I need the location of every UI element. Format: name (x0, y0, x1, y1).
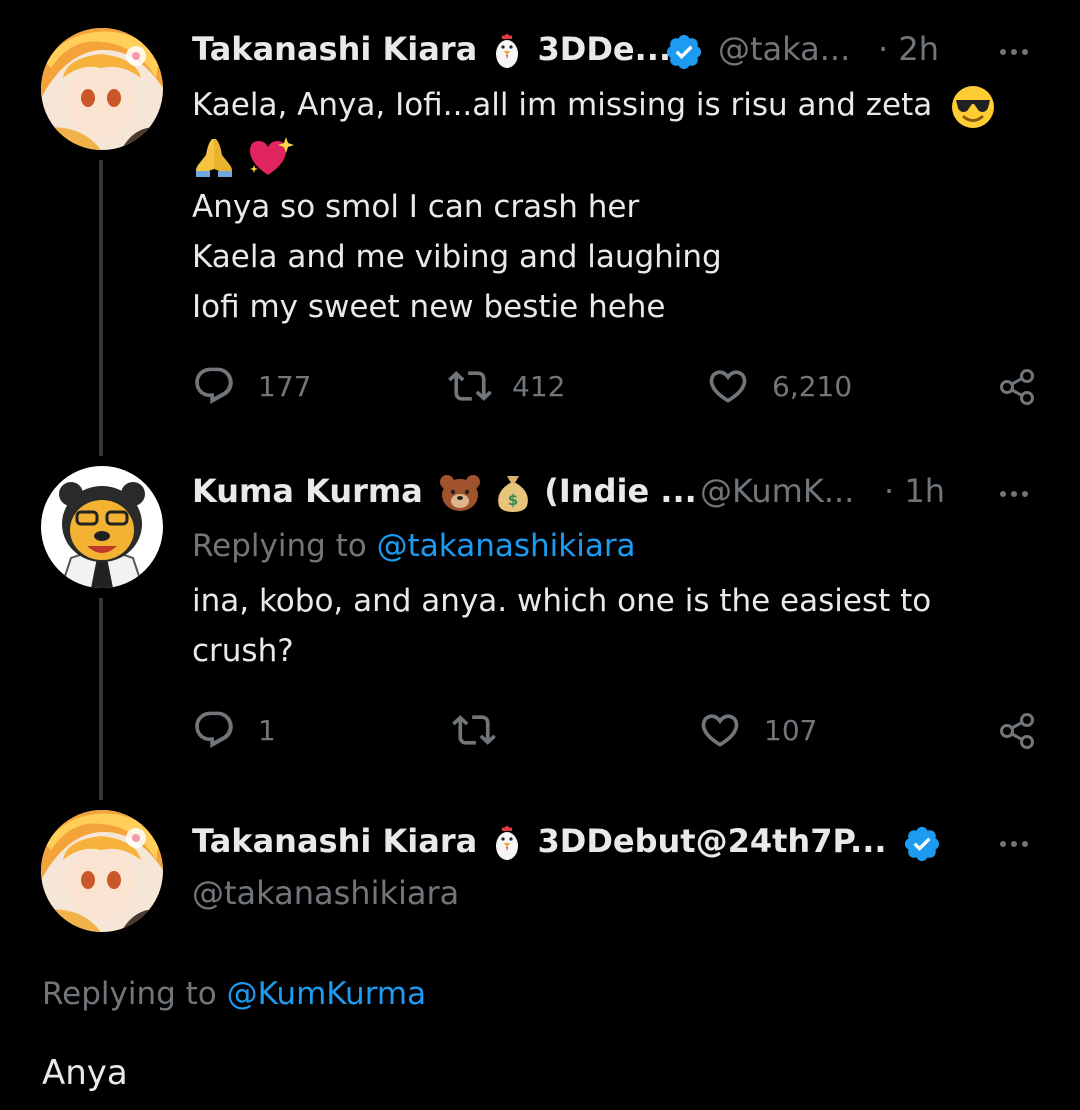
replying-to-label: Replying to (42, 976, 217, 1012)
chicken-emoji (496, 826, 519, 860)
more-icon[interactable] (1000, 49, 1028, 55)
author-handle[interactable]: @takanashikiara (192, 874, 459, 912)
more-icon[interactable] (1000, 491, 1028, 497)
share-icon[interactable] (998, 711, 1038, 751)
money-bag-emoji: $ (498, 476, 528, 512)
like-count: 107 (764, 714, 818, 747)
author-name-text: Takanashi Kiara (192, 30, 478, 68)
retweet-icon[interactable] (452, 708, 496, 752)
tweet-text: Kaela, Anya, Iofi...all im missing is ri… (192, 80, 996, 130)
tweet-time[interactable]: · 2h (878, 30, 939, 68)
author-handle[interactable]: @KumK... (700, 472, 854, 510)
author-name-suffix: 3DDe... (537, 30, 672, 68)
author-name-suffix: (Indie ... (544, 472, 697, 510)
author-name-text: Takanashi Kiara (192, 822, 478, 860)
bear-emoji (439, 475, 480, 511)
sunglasses-emoji (952, 85, 995, 128)
like-count: 6,210 (772, 370, 853, 403)
tweet-line: Iofi my sweet new bestie hehe (192, 289, 666, 325)
avatar[interactable] (41, 28, 163, 150)
author-name[interactable]: Kuma Kurma $ (Indie ... (192, 472, 697, 514)
replying-to: Replying to @takanashikiara (192, 528, 636, 564)
author-name-text: Kuma Kurma (192, 472, 423, 510)
reply-icon[interactable] (192, 364, 236, 408)
tweet-text: Anya (42, 1053, 128, 1093)
tweet-line: Anya so smol I can crash her (192, 189, 640, 225)
reply-icon[interactable] (192, 708, 236, 752)
tweet-time[interactable]: · 1h (884, 472, 945, 510)
avatar[interactable] (41, 810, 163, 932)
author-name-suffix: 3DDebut@24th7P... (537, 822, 887, 860)
tweet-line: crush? (192, 633, 294, 669)
author-name[interactable]: Takanashi Kiara 3DDe... (192, 30, 671, 70)
author-handle[interactable]: @taka... (718, 30, 850, 68)
like-icon[interactable] (698, 708, 742, 752)
retweet-count: 412 (512, 370, 566, 403)
more-icon[interactable] (1000, 841, 1028, 847)
like-icon[interactable] (706, 364, 750, 408)
author-name[interactable]: Takanashi Kiara 3DDebut@24th7P... (192, 822, 887, 862)
verified-badge-icon (666, 34, 702, 70)
chicken-emoji (496, 34, 519, 68)
retweet-icon[interactable] (448, 364, 492, 408)
reply-count: 177 (258, 370, 312, 403)
verified-badge-icon (904, 826, 940, 862)
folded-hands-emoji (196, 138, 232, 177)
replying-to-label: Replying to (192, 528, 367, 564)
avatar[interactable] (41, 466, 163, 588)
replying-to-link[interactable]: @takanashikiara (377, 528, 636, 564)
sparkling-heart-emoji (249, 136, 294, 175)
reply-count: 1 (258, 714, 276, 747)
replying-to: Replying to @KumKurma (42, 976, 426, 1012)
tweet-line: ina, kobo, and anya. which one is the ea… (192, 583, 932, 619)
svg-text:$: $ (508, 491, 518, 509)
replying-to-link[interactable]: @KumKurma (227, 976, 426, 1012)
thread-line (99, 598, 103, 800)
tweet-line: Kaela, Anya, Iofi...all im missing is ri… (192, 87, 933, 123)
thread-line (99, 160, 103, 456)
tweet-line: Kaela and me vibing and laughing (192, 239, 722, 275)
share-icon[interactable] (998, 367, 1038, 407)
tweet-emoji-line (192, 130, 294, 180)
